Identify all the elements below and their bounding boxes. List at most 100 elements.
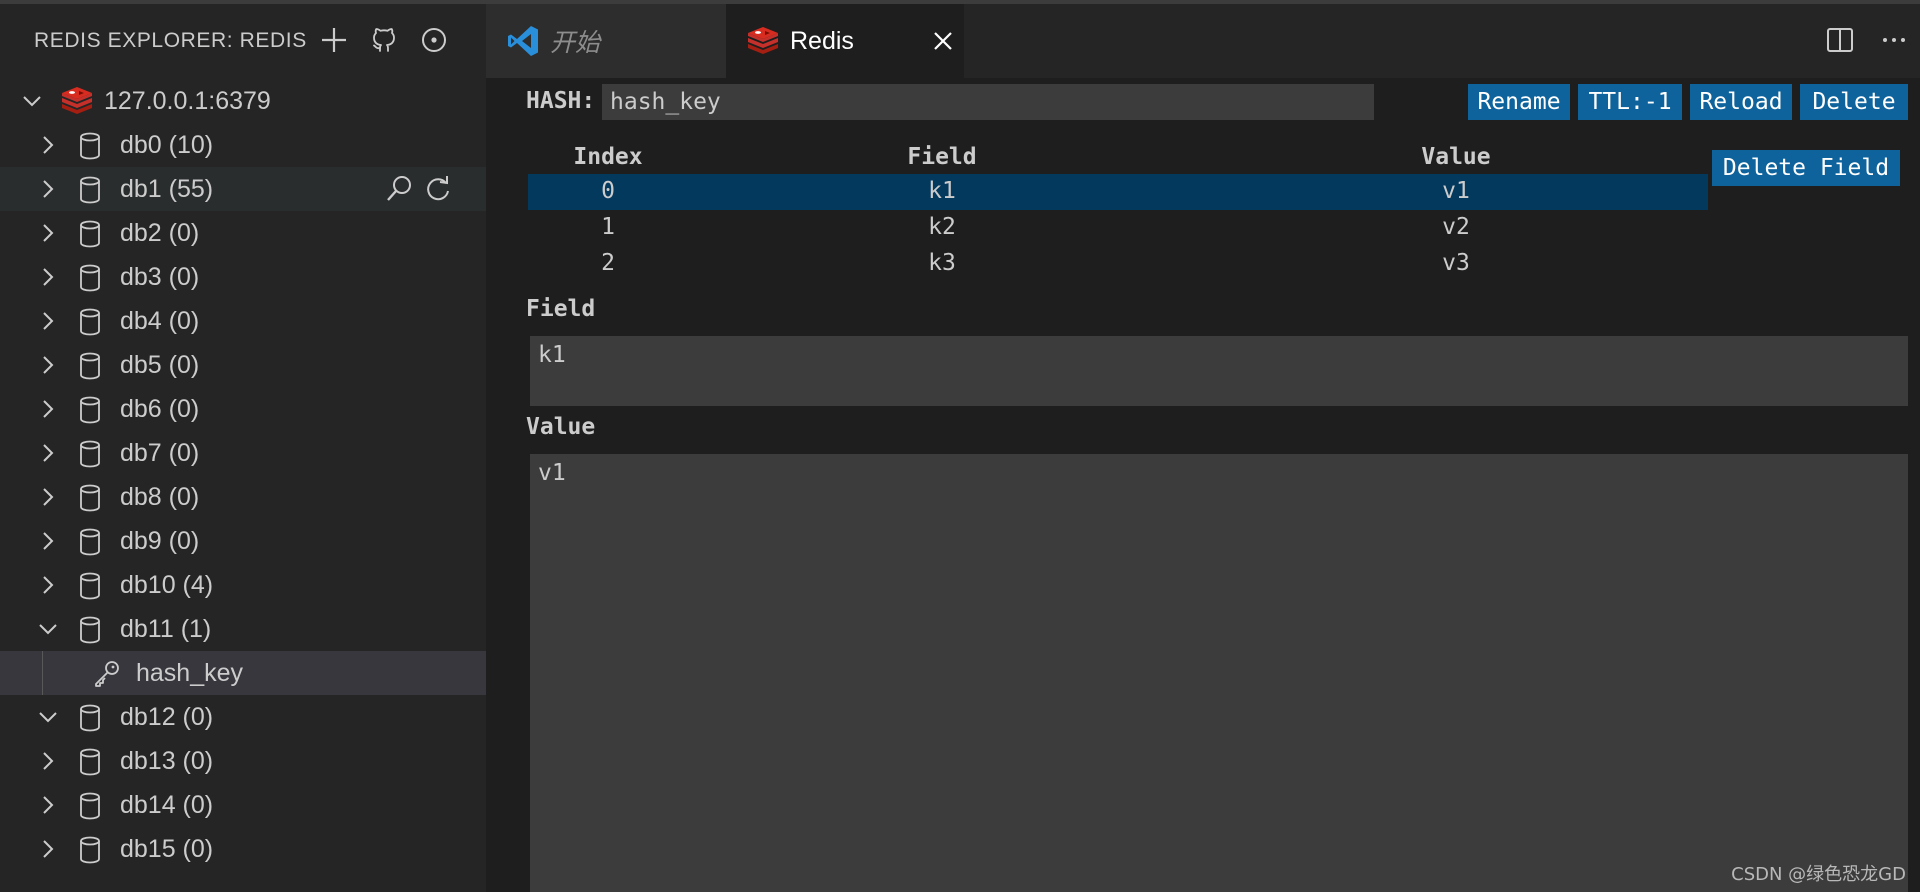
close-icon[interactable] — [930, 28, 956, 54]
database-icon — [78, 747, 102, 777]
db-node-6[interactable]: db6 (0) — [0, 387, 486, 431]
database-icon — [78, 307, 102, 337]
cell-value: v1 — [1442, 178, 1470, 204]
db-label: db13 (0) — [120, 746, 214, 775]
db-node-12[interactable]: db12 (0) — [0, 695, 486, 739]
db-node-11[interactable]: db11 (1) — [0, 607, 486, 651]
db-label: db10 (4) — [120, 570, 214, 599]
github-button[interactable] — [366, 22, 402, 58]
chevron-right-icon[interactable] — [36, 485, 60, 509]
cell-value: v3 — [1442, 250, 1470, 276]
chevron-right-icon[interactable] — [36, 265, 60, 289]
cell-field: k2 — [928, 214, 956, 240]
db-node-2[interactable]: db2 (0) — [0, 211, 486, 255]
db-row-tools — [384, 173, 454, 212]
chevron-right-icon[interactable] — [36, 397, 60, 421]
server-node[interactable]: 127.0.0.1:6379 — [0, 79, 486, 123]
redis-icon — [746, 26, 780, 56]
cell-index: 0 — [601, 178, 615, 204]
chevron-right-icon[interactable] — [36, 573, 60, 597]
sidebar-actions — [316, 22, 452, 58]
cell-index: 2 — [601, 250, 615, 276]
db-node-9[interactable]: db9 (0) — [0, 519, 486, 563]
db-label: db5 (0) — [120, 350, 200, 379]
info-button[interactable] — [416, 22, 452, 58]
chevron-right-icon[interactable] — [36, 749, 60, 773]
table-row[interactable]: 0 k1 v1 — [528, 174, 1708, 210]
db-node-14[interactable]: db14 (0) — [0, 783, 486, 827]
db-label: db7 (0) — [120, 438, 200, 467]
db-node-4[interactable]: db4 (0) — [0, 299, 486, 343]
db-node-15[interactable]: db15 (0) — [0, 827, 486, 871]
value-section-label: Value — [526, 414, 596, 440]
key-type-label: HASH: — [526, 88, 596, 114]
ttl-button[interactable]: TTL:-1 — [1578, 84, 1682, 120]
database-icon — [78, 219, 102, 249]
reload-button[interactable]: Reload — [1690, 84, 1792, 120]
chevron-down-icon[interactable] — [36, 705, 60, 729]
sidebar-title: REDIS EXPLORER: REDIS — [34, 29, 307, 52]
chevron-right-icon[interactable] — [36, 441, 60, 465]
redis-explorer-sidebar: REDIS EXPLORER: REDIS 127.0.0.1:6379 db0… — [0, 4, 486, 892]
key-name-input[interactable] — [602, 84, 1374, 120]
db-node-0[interactable]: db0 (10) — [0, 123, 486, 167]
db-node-1[interactable]: db1 (55) — [0, 167, 486, 211]
db-node-13[interactable]: db13 (0) — [0, 739, 486, 783]
chevron-right-icon[interactable] — [36, 837, 60, 861]
db-label: db15 (0) — [120, 834, 214, 863]
refresh-button[interactable] — [422, 173, 454, 212]
db-label: db9 (0) — [120, 526, 200, 555]
chevron-right-icon[interactable] — [36, 529, 60, 553]
column-header-field: Field — [907, 144, 977, 170]
delete-field-button[interactable]: Delete Field — [1712, 150, 1900, 186]
table-header: Index Field Value — [528, 140, 1708, 174]
server-label: 127.0.0.1:6379 — [104, 86, 271, 115]
db-label: db14 (0) — [120, 790, 214, 819]
tab-redis[interactable]: Redis — [726, 4, 964, 78]
database-icon — [78, 835, 102, 865]
more-actions-button[interactable] — [1878, 24, 1910, 61]
db-label: db6 (0) — [120, 394, 200, 423]
add-connection-button[interactable] — [316, 22, 352, 58]
database-icon — [78, 615, 102, 645]
hash-fields-table: Index Field Value 0 k1 v1 1 k2 v2 2 k3 v… — [528, 140, 1708, 282]
chevron-right-icon[interactable] — [36, 221, 60, 245]
db-label: db11 (1) — [120, 614, 212, 643]
db-label: db0 (10) — [120, 130, 214, 159]
field-textarea[interactable]: k1 — [530, 336, 1908, 406]
database-icon — [78, 351, 102, 381]
db-label: db1 (55) — [120, 174, 214, 203]
table-row[interactable]: 2 k3 v3 — [528, 246, 1708, 282]
chevron-right-icon[interactable] — [36, 353, 60, 377]
delete-key-button[interactable]: Delete — [1800, 84, 1908, 120]
split-editor-button[interactable] — [1824, 24, 1856, 61]
chevron-right-icon[interactable] — [36, 793, 60, 817]
value-textarea[interactable]: v1 — [530, 454, 1908, 892]
tree-indent-guide — [42, 651, 43, 695]
db-node-5[interactable]: db5 (0) — [0, 343, 486, 387]
rename-button[interactable]: Rename — [1468, 84, 1570, 120]
refresh-icon — [427, 176, 449, 201]
db-node-3[interactable]: db3 (0) — [0, 255, 486, 299]
chevron-down-icon[interactable] — [36, 617, 60, 641]
chevron-down-icon[interactable] — [20, 89, 44, 113]
database-icon — [78, 263, 102, 293]
database-icon — [78, 483, 102, 513]
column-header-index: Index — [573, 144, 643, 170]
search-key-button[interactable] — [384, 173, 416, 212]
chevron-right-icon[interactable] — [36, 309, 60, 333]
chevron-right-icon[interactable] — [36, 133, 60, 157]
db-node-7[interactable]: db7 (0) — [0, 431, 486, 475]
chevron-right-icon[interactable] — [36, 177, 60, 201]
db-node-8[interactable]: db8 (0) — [0, 475, 486, 519]
tab-welcome[interactable]: 开始 — [486, 4, 726, 78]
split-editor-icon — [1827, 28, 1853, 52]
key-node-hash-key[interactable]: hash_key — [0, 651, 486, 695]
add-icon — [322, 28, 346, 52]
db-node-10[interactable]: db10 (4) — [0, 563, 486, 607]
database-icon — [78, 571, 102, 601]
sidebar-header: REDIS EXPLORER: REDIS — [0, 4, 486, 74]
tab-label: Redis — [790, 26, 854, 55]
editor-tab-bar: 开始 Redis — [486, 4, 1920, 78]
table-row[interactable]: 1 k2 v2 — [528, 210, 1708, 246]
